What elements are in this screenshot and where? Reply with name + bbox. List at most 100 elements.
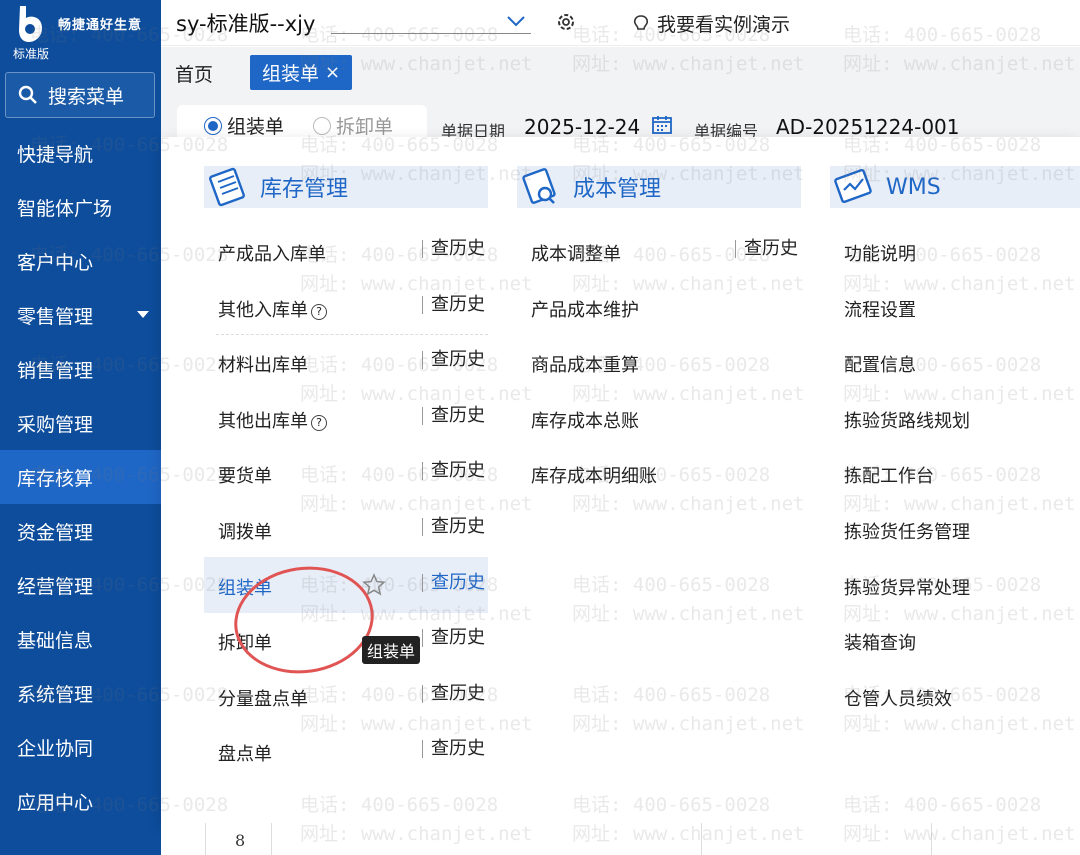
radio-dot — [204, 116, 222, 135]
menu-item[interactable]: 商品成本重算 — [517, 334, 801, 390]
menu-item-label: 拣配工作台 — [844, 462, 934, 488]
menu-column-header: 库存管理 — [204, 166, 488, 208]
radio-disassemble[interactable]: 拆卸单 — [313, 112, 393, 139]
radio-assemble[interactable]: 组装单 — [204, 112, 284, 139]
history-link[interactable]: 查历史 — [422, 295, 485, 314]
cost-search-icon — [522, 168, 556, 204]
menu-item[interactable]: 调拨单 查历史 — [204, 501, 488, 557]
menu-item[interactable]: 库存成本总账 — [517, 390, 801, 446]
caret-down-icon[interactable] — [137, 311, 149, 318]
sidebar: 畅捷通好生意 标准版 搜索菜单 快捷导航 智能体广场 客户中心零售管理销售管理采购管… — [0, 0, 161, 855]
menu-item-label: 流程设置 — [844, 296, 916, 322]
menu-item-text: 分量盘点单 — [218, 688, 308, 710]
row-number: 8 — [235, 831, 246, 850]
history-link[interactable]: 查历史 — [422, 240, 485, 258]
menu-item[interactable]: 拣配工作台 — [830, 445, 1080, 501]
menu-item-text: 配置信息 — [844, 355, 916, 377]
demo-link[interactable]: 我要看实例演示 — [631, 10, 790, 37]
search-menu-button[interactable]: 搜索菜单 — [5, 72, 155, 118]
menu-item[interactable]: 其他出库单? 查历史 — [204, 390, 488, 446]
history-link[interactable]: 查历史 — [422, 351, 485, 370]
menu-item-label: 其他出库单? — [218, 407, 327, 433]
menu-item[interactable]: 库存成本明细账 — [517, 445, 801, 501]
menu-item-text: 拣验货任务管理 — [844, 522, 970, 543]
number-field[interactable]: AD-20251224-001 — [776, 115, 960, 139]
history-link[interactable]: 查历史 — [735, 240, 798, 258]
close-icon[interactable]: × — [325, 62, 340, 83]
account-selector[interactable]: sy-标准版--xjy — [176, 8, 315, 38]
menu-column-header: WMS — [830, 166, 1080, 208]
menu-item-label: 产成品入库单 — [218, 240, 326, 266]
sidebar-item[interactable]: 客户中心 — [0, 234, 161, 288]
grid-line — [205, 823, 206, 855]
menu-item-text: 拣配工作台 — [844, 466, 934, 488]
menu-item-label: 产品成本维护 — [531, 296, 639, 322]
menu-item-label: 商品成本重算 — [531, 351, 639, 377]
menu-item[interactable]: 产成品入库单 查历史 — [204, 223, 488, 279]
sidebar-item[interactable]: 应用中心 — [0, 774, 161, 828]
menu-item[interactable]: 材料出库单 查历史 — [204, 334, 488, 390]
menu-item[interactable]: 其他入库单? 查历史 — [204, 279, 488, 335]
menu-item-text: 产成品入库单 — [218, 244, 326, 265]
menu-item[interactable]: 装箱查询 — [830, 612, 1080, 668]
menu-item-label: 成本调整单 — [531, 240, 621, 266]
menu-item-label: 配置信息 — [844, 351, 916, 377]
menu-item[interactable]: 功能说明 — [830, 223, 1080, 279]
logo[interactable]: 畅捷通好生意 标准版 — [0, 0, 161, 66]
menu-item[interactable]: 配置信息 — [830, 334, 1080, 390]
chevron-down-icon[interactable] — [505, 12, 527, 30]
sidebar-item-label: 库存核算 — [17, 467, 94, 490]
menu-item-text: 其他出库单 — [218, 410, 308, 432]
menu-item-text: 盘点单 — [218, 744, 272, 766]
sidebar-item[interactable]: 基础信息 — [0, 612, 161, 666]
menu-item[interactable]: 分量盘点单 查历史 — [204, 668, 488, 724]
history-link[interactable]: 查历史 — [422, 740, 485, 759]
brand-logo-icon — [19, 6, 42, 42]
sidebar-item[interactable]: 库存核算 — [0, 450, 161, 504]
sidebar-item[interactable]: 经营管理 — [0, 558, 161, 612]
history-link[interactable]: 查历史 — [422, 684, 485, 703]
menu-item[interactable]: 流程设置 — [830, 279, 1080, 335]
sidebar-item[interactable]: 系统管理 — [0, 666, 161, 720]
history-link[interactable]: 查历史 — [422, 406, 485, 425]
menu-item[interactable]: 拣验货任务管理 — [830, 501, 1080, 557]
sidebar-item-label: 资金管理 — [17, 521, 94, 544]
sidebar-item-label: 采购管理 — [17, 413, 94, 436]
menu-item-text: 仓管人员绩效 — [844, 688, 952, 710]
grid-line — [701, 823, 702, 855]
help-icon[interactable]: ? — [311, 414, 327, 431]
calendar-icon[interactable] — [651, 115, 673, 135]
wms-chart-icon — [834, 168, 872, 204]
history-link[interactable]: 查历史 — [422, 518, 485, 536]
menu-item-label: 拣验货任务管理 — [844, 518, 970, 544]
grid-line — [931, 823, 932, 855]
history-link[interactable]: 查历史 — [422, 462, 485, 481]
history-link[interactable]: 查历史 — [422, 629, 485, 648]
menu-item[interactable]: 成本调整单 查历史 — [517, 223, 801, 279]
tab-home[interactable]: 首页 — [175, 60, 213, 87]
tab-assembly[interactable]: 组装单 × — [250, 55, 353, 90]
menu-item-label: 库存成本明细账 — [531, 462, 657, 488]
gear-icon[interactable] — [555, 11, 577, 33]
menu-item[interactable]: 产品成本维护 — [517, 279, 801, 335]
menu-item[interactable]: 仓管人员绩效 — [830, 668, 1080, 724]
inventory-doc-icon — [209, 167, 245, 207]
help-icon[interactable]: ? — [311, 303, 327, 320]
menu-item[interactable]: 拣验货路线规划 — [830, 390, 1080, 446]
menu-item-label: 仓管人员绩效 — [844, 685, 952, 711]
menu-item[interactable]: 盘点单 查历史 — [204, 723, 488, 779]
menu-item[interactable]: 要货单 查历史 — [204, 445, 488, 501]
history-link[interactable]: 查历史 — [422, 573, 485, 592]
sidebar-item[interactable]: 智能体广场 — [0, 180, 161, 234]
menu-item[interactable]: 拣验货异常处理 — [830, 557, 1080, 613]
sidebar-item[interactable]: 企业协同 — [0, 720, 161, 774]
sidebar-item-label: 经营管理 — [17, 575, 94, 598]
topbar: sy-标准版--xjy 我要看实例演示 — [161, 0, 1080, 46]
sidebar-item-label: 零售管理 — [17, 305, 94, 328]
sidebar-item[interactable]: 采购管理 — [0, 396, 161, 450]
sidebar-item[interactable]: 快捷导航 — [0, 126, 161, 180]
sidebar-item[interactable]: 零售管理 — [0, 288, 161, 342]
date-field[interactable]: 2025-12-24 — [524, 115, 640, 139]
sidebar-item[interactable]: 资金管理 — [0, 504, 161, 558]
sidebar-item[interactable]: 销售管理 — [0, 342, 161, 396]
